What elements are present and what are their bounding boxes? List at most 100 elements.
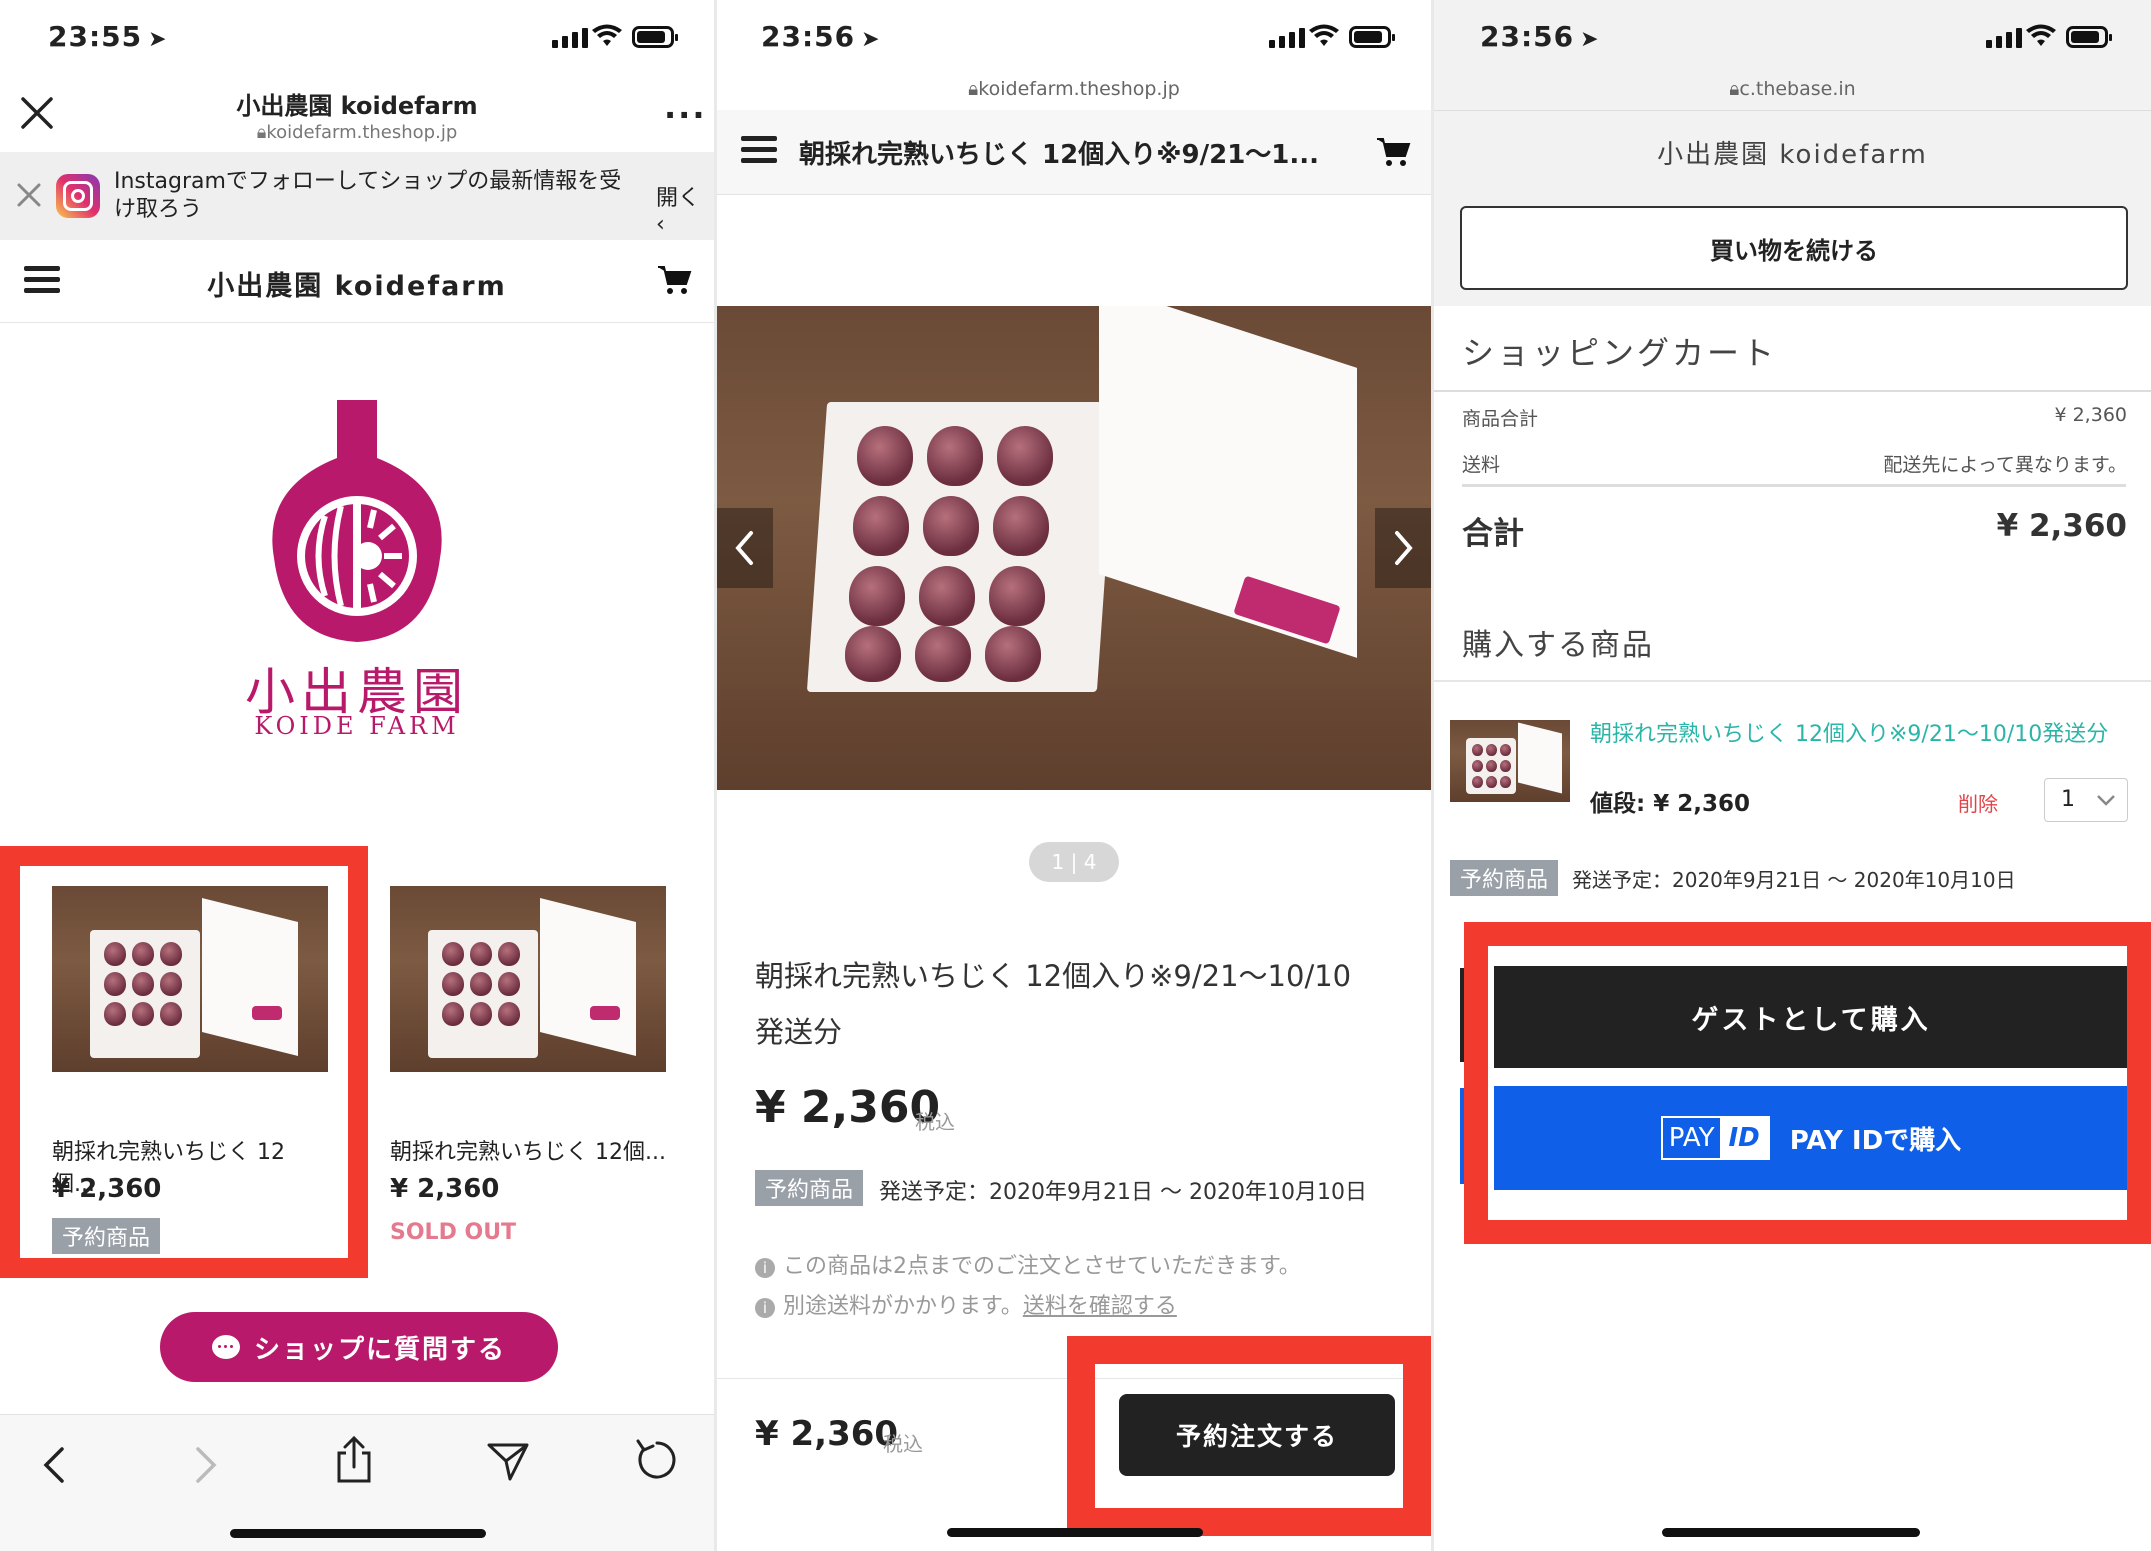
subtotal-label: 商品合計 (1462, 408, 1539, 430)
url-label: 🔒︎c.thebase.in (1729, 78, 1856, 100)
screen-shop-home: 23:55 ➤ 小出農園 koidefarm 🔒︎koidefarm.thesho… (0, 0, 714, 1551)
url-label: 🔒︎koidefarm.theshop.jp (968, 78, 1180, 100)
status-time: 23:56 ➤ (1480, 20, 1600, 53)
signal-icon (1269, 28, 1305, 48)
items-title: 購入する商品 (1462, 628, 1654, 663)
product-photo (717, 306, 1431, 790)
close-icon[interactable] (20, 96, 54, 130)
carousel-next-button[interactable] (1375, 508, 1431, 588)
lock-icon: 🔒︎ (1729, 78, 1740, 100)
chevron-right-icon (1395, 531, 1413, 565)
chevron-down-icon (2097, 795, 2115, 806)
footer-tax-label: 税込 (883, 1432, 923, 1456)
status-time: 23:55 ➤ (48, 20, 168, 53)
shipping-schedule: 発送予定：2020年9月21日 〜 2020年10月10日 (1572, 868, 2016, 892)
back-icon[interactable] (40, 1445, 70, 1485)
delete-link[interactable]: 削除 (1958, 788, 1998, 817)
total-label: 合計 (1462, 516, 1524, 552)
shop-name: 小出農園 koidefarm (207, 271, 507, 302)
total-value: ¥ 2,360 (1996, 508, 2127, 544)
wifi-icon (592, 24, 622, 46)
more-icon[interactable]: ··· (664, 96, 706, 134)
home-indicator (947, 1528, 1203, 1537)
cart-item-image (1450, 720, 1570, 802)
logo-latin: KOIDE FARM (254, 712, 460, 740)
highlight-frame (1067, 1336, 1431, 1536)
banner-text: Instagramでフォローしてショップの最新情報を受 け取ろう (114, 169, 622, 222)
status-bar: 23:55 ➤ (0, 0, 714, 80)
home-indicator (230, 1529, 486, 1538)
sold-out-label: SOLD OUT (390, 1220, 517, 1245)
status-bar: 23:56 ➤ (717, 0, 1431, 80)
lock-icon: 🔒︎ (256, 122, 267, 143)
info-icon: i (755, 1258, 775, 1278)
divider (0, 322, 714, 323)
wifi-icon (2026, 24, 2056, 46)
status-bar: 23:56 ➤ (1434, 0, 2151, 80)
preorder-badge: 予約商品 (1450, 860, 1559, 896)
cart-item-name-link[interactable]: 朝採れ完熟いちじく 12個入り※9/21〜10/10発送分 (1590, 716, 2108, 748)
signal-icon (552, 28, 588, 48)
preorder-badge: 予約商品 (755, 1170, 864, 1206)
forward-icon[interactable] (190, 1445, 220, 1485)
chevron-left-icon: ‹ (656, 212, 665, 237)
status-time: 23:56 ➤ (761, 20, 881, 53)
lock-icon: 🔒︎ (968, 78, 979, 100)
reload-icon[interactable] (634, 1437, 680, 1483)
ask-shop-button[interactable]: ショップに質問する (160, 1312, 558, 1382)
header-bar: 朝採れ完熟いちじく 12個入り※9/21〜1... (717, 110, 1431, 195)
shipping-label: 送料 (1462, 454, 1501, 476)
product-card[interactable]: 朝採れ完熟いちじく 12個... ¥ 2,360 SOLD OUT (390, 884, 668, 1245)
cart-title: ショッピングカート (1462, 334, 1778, 372)
browser-title: 小出農園 koidefarm (236, 92, 478, 120)
wifi-icon (1309, 24, 1339, 46)
header-title: 朝採れ完熟いちじく 12個入り※9/21〜1... (799, 140, 1320, 170)
menu-icon[interactable] (741, 136, 777, 164)
highlight-frame (1464, 922, 2151, 1244)
divider (1434, 110, 2151, 111)
cart-item-price: 値段: ¥ 2,360 (1590, 791, 1750, 817)
product-image (390, 886, 666, 1072)
browser-toolbar (0, 1414, 714, 1551)
home-indicator (1662, 1528, 1920, 1537)
product-name: 朝採れ完熟いちじく 12個... (390, 1140, 666, 1165)
battery-icon (1349, 26, 1395, 48)
cart-icon[interactable] (656, 264, 692, 296)
info-icon: i (755, 1298, 775, 1318)
location-arrow-icon: ➤ (148, 27, 168, 52)
screen-product-detail: 23:56 ➤ 🔒︎koidefarm.theshop.jp 朝採れ完熟いちじく … (717, 0, 1431, 1551)
shipping-value: 配送先によって異なります。 (1883, 454, 2127, 476)
share-icon[interactable] (334, 1435, 374, 1485)
send-icon[interactable] (486, 1439, 530, 1483)
quantity-select[interactable]: 1 (2044, 778, 2128, 822)
location-arrow-icon: ➤ (1580, 27, 1600, 52)
product-title: 朝採れ完熟いちじく 12個入り※9/21〜10/10 発送分 (755, 959, 1352, 1049)
battery-icon (2066, 26, 2112, 48)
carousel-pager: 1 | 4 (1029, 842, 1119, 882)
cart-icon[interactable] (1375, 136, 1411, 168)
footer-price: ¥ 2,360 (755, 1414, 899, 1454)
shipping-fee-link[interactable]: 送料を確認する (1023, 1294, 1177, 1319)
divider (1434, 680, 2151, 682)
shipping-schedule: 発送予定：2020年9月21日 〜 2020年10月10日 (879, 1180, 1367, 1205)
shipping-fee-note: i 別途送料がかかります。送料を確認する (755, 1288, 1177, 1320)
screen-cart: 23:56 ➤ 🔒︎c.thebase.in 小出農園 koidefarm 買い物… (1434, 0, 2151, 1551)
product-price: ¥ 2,360 (390, 1174, 500, 1204)
divider (1434, 390, 2151, 392)
signal-icon (1986, 28, 2022, 48)
url-label: 🔒︎koidefarm.theshop.jp (256, 122, 458, 143)
chevron-left-icon (735, 531, 753, 565)
product-price: ¥ 2,360 (755, 1082, 941, 1133)
koidefarm-logo-icon (272, 400, 442, 642)
tax-label: 税込 (915, 1110, 955, 1134)
close-icon[interactable] (16, 182, 42, 208)
highlight-frame (0, 846, 368, 1278)
carousel-prev-button[interactable] (717, 508, 773, 588)
banner-open-link[interactable]: 開く ‹ (656, 180, 714, 237)
chat-bubble-icon (211, 1335, 240, 1359)
menu-icon[interactable] (24, 266, 60, 294)
battery-icon (632, 26, 678, 48)
continue-shopping-button[interactable]: 買い物を続ける (1460, 206, 2128, 290)
location-arrow-icon: ➤ (861, 27, 881, 52)
subtotal-value: ¥ 2,360 (2054, 404, 2127, 426)
